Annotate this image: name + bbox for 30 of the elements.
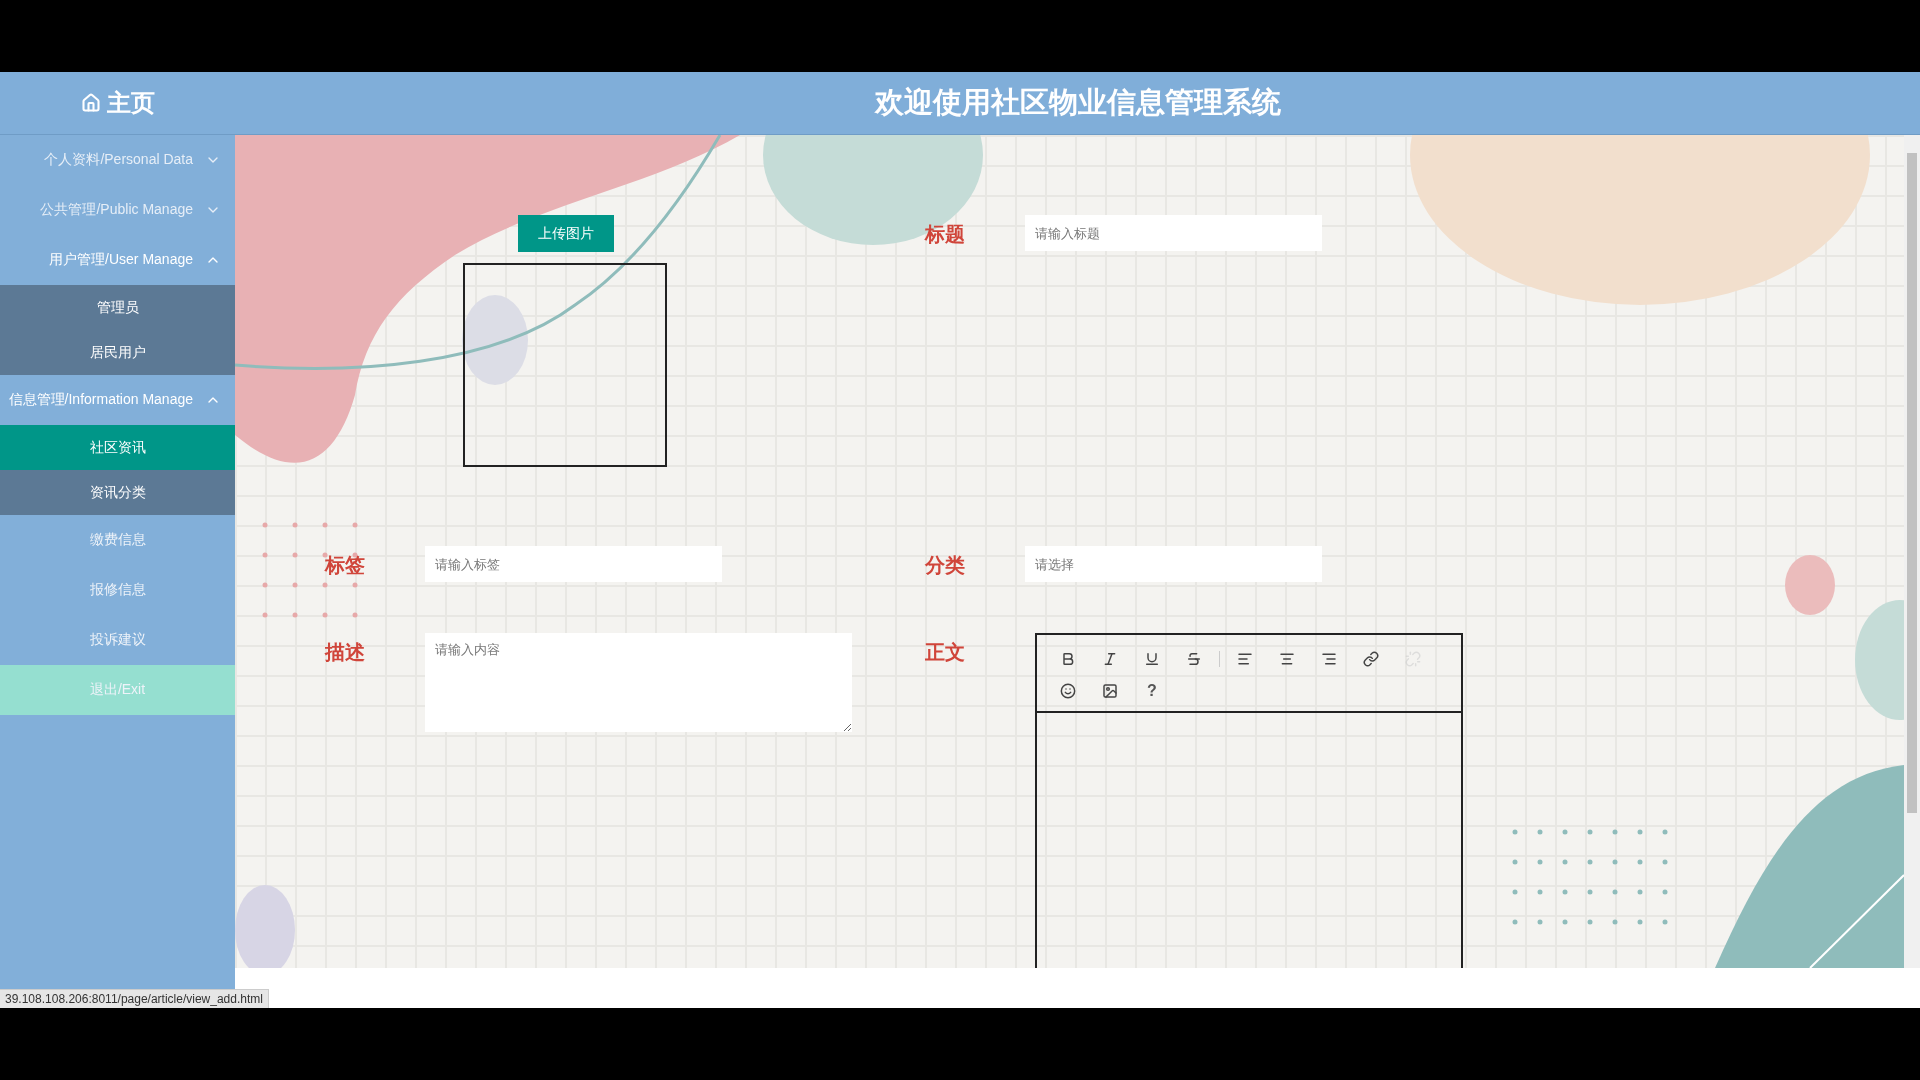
page-title: 欢迎使用社区物业信息管理系统	[873, 85, 1282, 120]
sidebar-group[interactable]: 信息管理/Information Manage	[0, 375, 235, 425]
vertical-scrollbar[interactable]	[1904, 135, 1920, 968]
home-icon	[80, 93, 101, 113]
sidebar-item[interactable]: 报修信息	[0, 565, 235, 615]
scrollbar-thumb[interactable]	[1907, 153, 1917, 813]
sidebar-group[interactable]: 公共管理/Public Manage	[0, 185, 235, 235]
field-label: 描述	[325, 640, 366, 665]
sidebar-group[interactable]: 用户管理/User Manage	[0, 235, 235, 285]
sidebar-group[interactable]: 个人资料/Personal Data	[0, 135, 235, 185]
tag-input[interactable]: 请输入标签	[425, 546, 722, 582]
submenu-item[interactable]: 管理员	[0, 285, 235, 330]
field-label: 分类	[925, 553, 966, 578]
field-label: 正文	[925, 640, 966, 665]
submenu-item[interactable]: 资讯分类	[0, 470, 235, 515]
sidebar-item[interactable]: 投诉建议	[0, 615, 235, 665]
category-select[interactable]: 请选择	[1025, 546, 1322, 582]
background-circle	[1785, 555, 1835, 615]
description-textarea[interactable]: 请输入内容	[425, 633, 852, 732]
submenu-item[interactable]: 居民用户	[0, 330, 235, 375]
title-input[interactable]: 请输入标题	[1025, 215, 1322, 251]
status-url: 39.108.108.206:8011/page/article/view_add.html	[0, 989, 269, 1008]
home-link[interactable]: 主页	[0, 72, 235, 134]
field-label: 标签	[325, 553, 366, 578]
exit-item[interactable]: 退出/Exit	[0, 665, 235, 715]
upload-image-button[interactable]: 上传图片	[518, 215, 614, 252]
help-button[interactable]: ?	[1131, 675, 1173, 707]
submenu-item[interactable]: 社区资讯	[0, 425, 235, 470]
sidebar-item[interactable]: 缴费信息	[0, 515, 235, 565]
field-label: 标题	[925, 222, 966, 247]
